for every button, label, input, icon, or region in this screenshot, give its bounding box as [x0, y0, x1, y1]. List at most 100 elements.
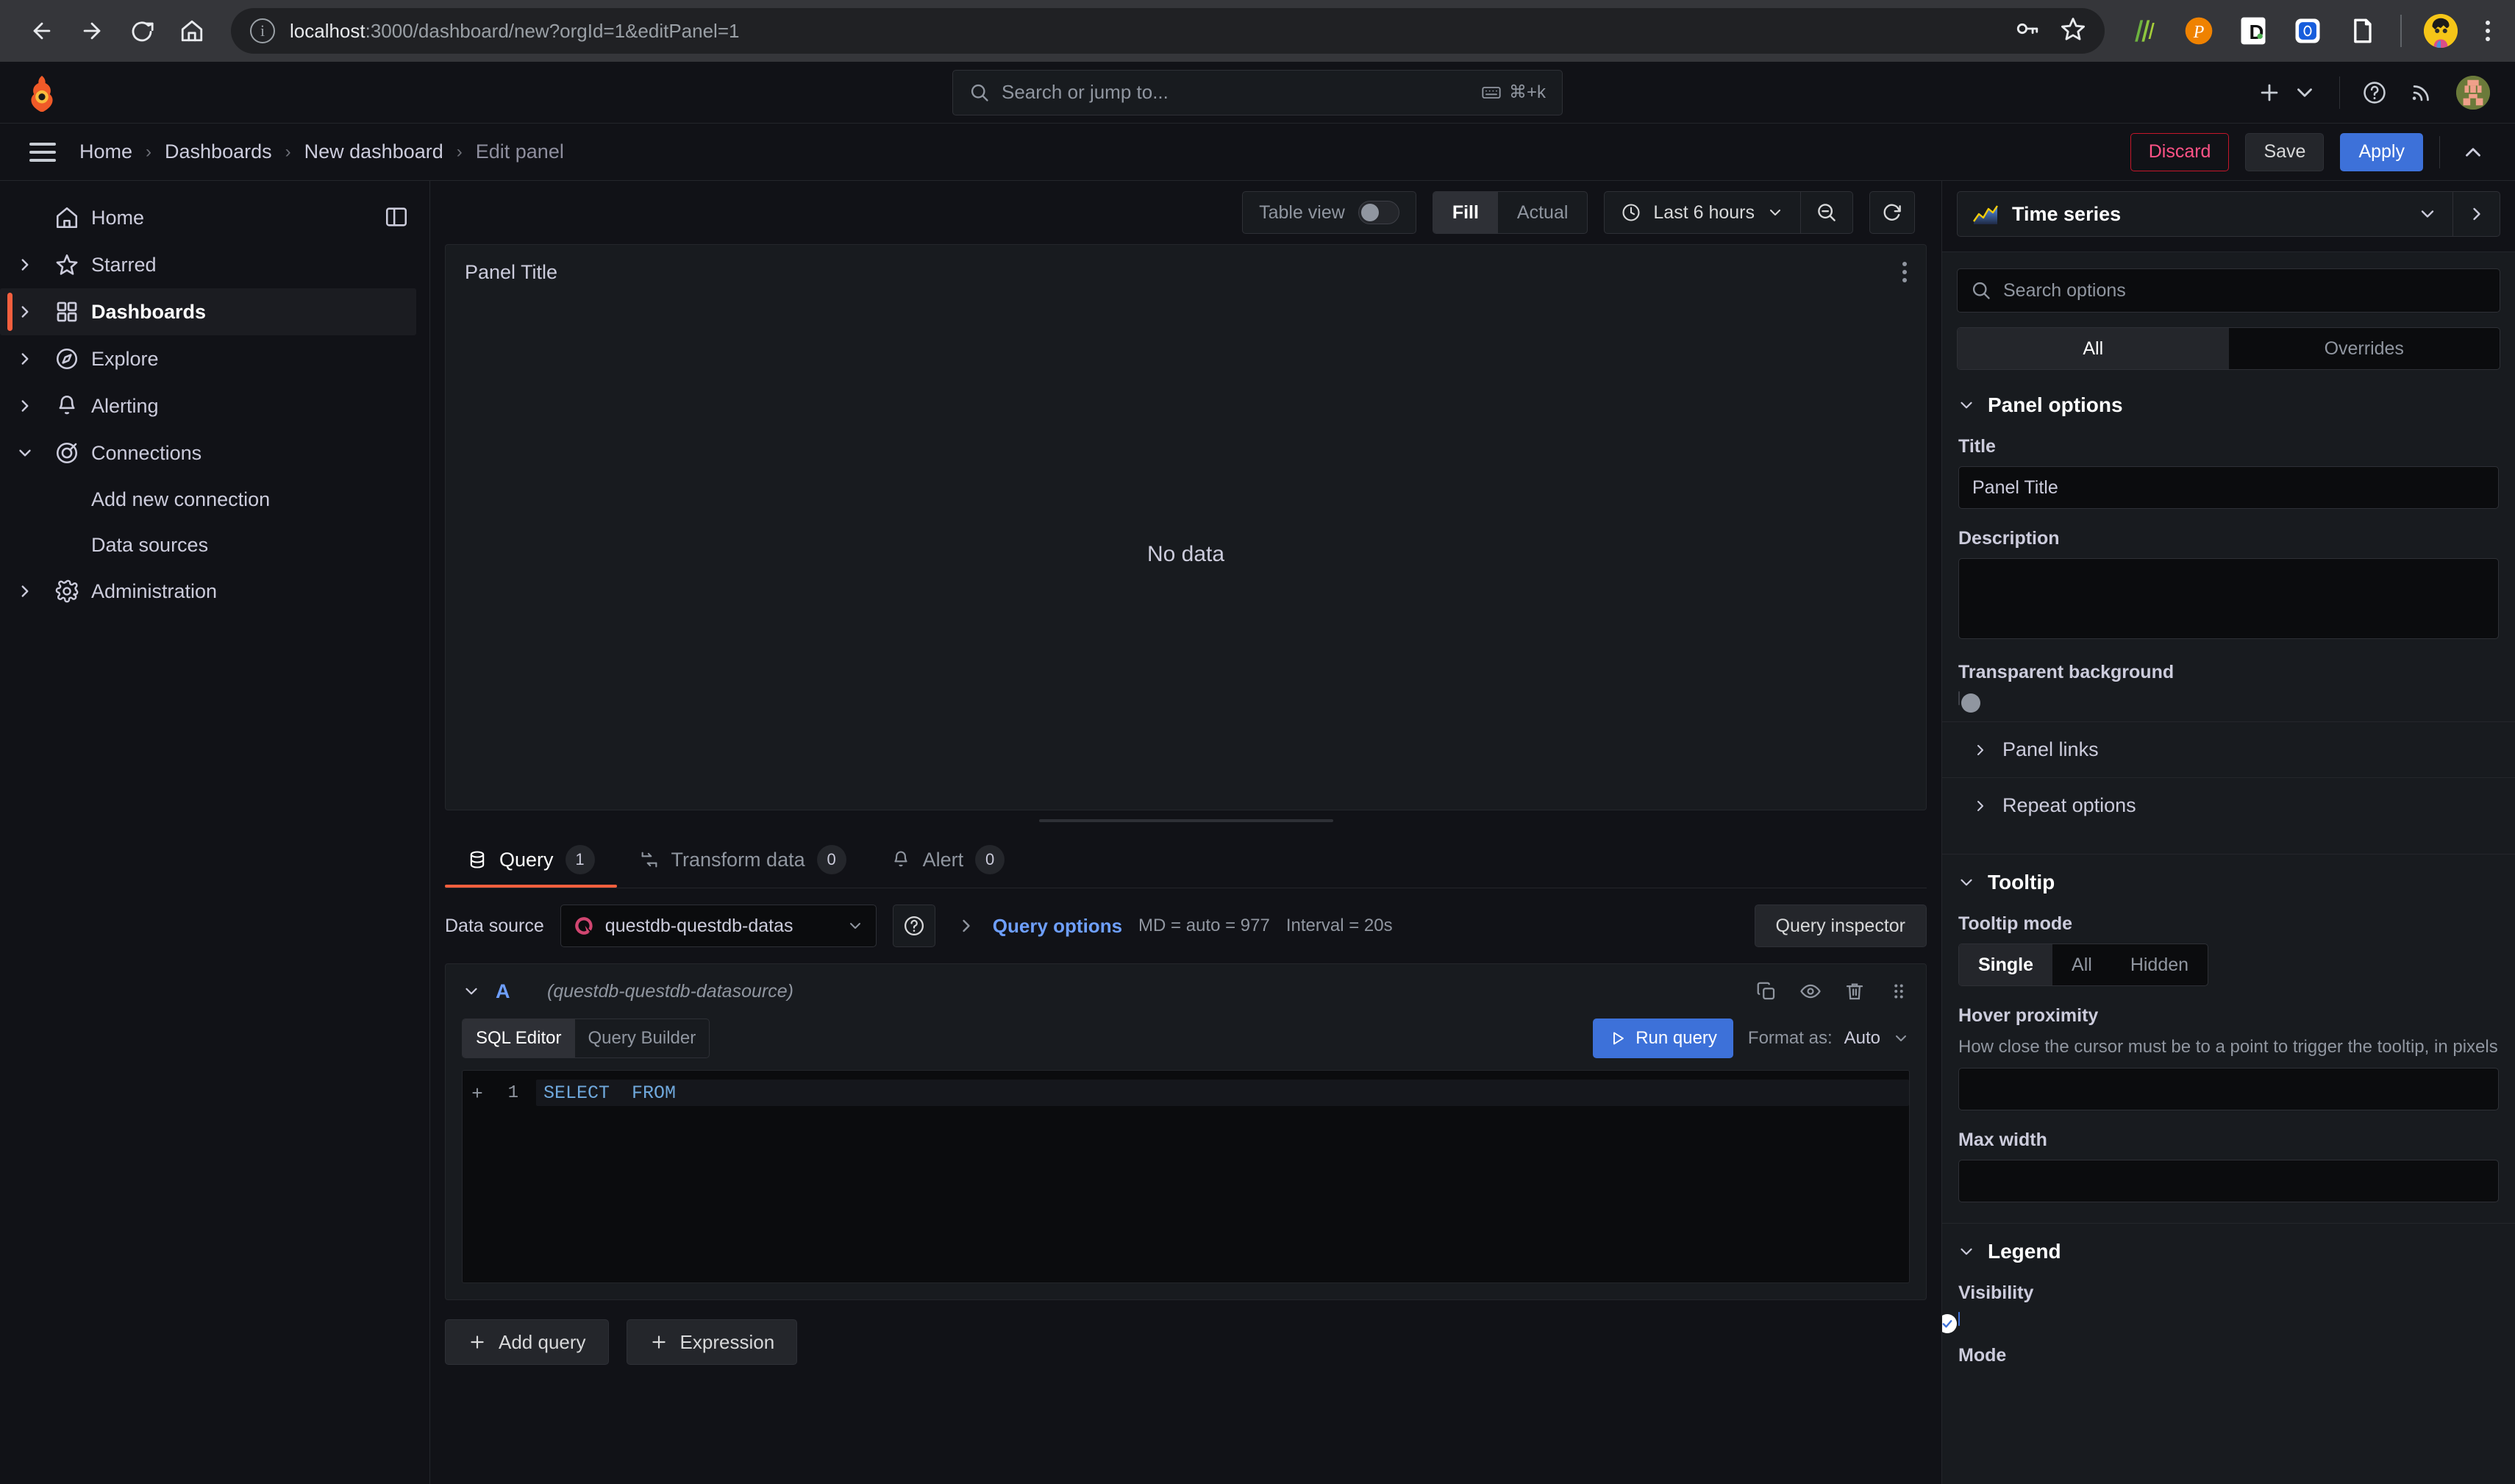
search-options-input[interactable]: Search options	[1957, 268, 2500, 313]
tab-transform-data[interactable]: Transform data 0	[617, 845, 868, 888]
remove-query-icon[interactable]	[1844, 980, 1866, 1002]
datasource-picker[interactable]: questdb-questdb-datas	[560, 905, 877, 947]
time-range-button[interactable]: Last 6 hours	[1605, 192, 1800, 233]
section-panel-options-header[interactable]: Panel options	[1942, 393, 2515, 417]
chevron-right-icon[interactable]	[7, 582, 43, 601]
tab-overrides[interactable]: Overrides	[2229, 328, 2500, 369]
browser-reload-button[interactable]	[119, 8, 165, 54]
help-circle-icon[interactable]	[892, 905, 935, 947]
discard-button[interactable]: Discard	[2130, 132, 2230, 171]
chevron-down-icon[interactable]	[462, 982, 481, 1001]
sidebar-item-starred[interactable]: Starred	[0, 241, 429, 288]
chevron-right-icon[interactable]	[956, 916, 977, 936]
pocket-icon[interactable]: P	[2183, 15, 2215, 47]
breadcrumb-item-new-dashboard[interactable]: New dashboard	[304, 140, 443, 163]
zoom-out-icon[interactable]	[1800, 192, 1852, 233]
browser-back-button[interactable]	[19, 8, 65, 54]
save-button[interactable]: Save	[2245, 132, 2325, 171]
sidebar-item-administration[interactable]: Administration	[0, 568, 429, 615]
run-query-button[interactable]: Run query	[1593, 1019, 1733, 1058]
help-circle-icon[interactable]	[2362, 80, 2387, 105]
kebab-menu-icon[interactable]	[2480, 21, 2496, 41]
fill-option[interactable]: Fill	[1433, 192, 1498, 233]
duplicate-query-icon[interactable]	[1755, 980, 1777, 1002]
section-tooltip-header[interactable]: Tooltip	[1942, 871, 2515, 894]
query-inspector-button[interactable]: Query inspector	[1754, 905, 1927, 947]
hamburger-menu-icon[interactable]	[25, 138, 60, 166]
chevron-right-icon[interactable]	[2452, 192, 2500, 236]
global-search-input[interactable]: Search or jump to... ⌘+k	[952, 69, 1563, 115]
tooltip-mode-all[interactable]: All	[2052, 944, 2111, 985]
browser-forward-button[interactable]	[69, 8, 115, 54]
time-range-label: Last 6 hours	[1653, 201, 1755, 223]
refresh-icon[interactable]	[1869, 191, 1915, 234]
table-view-toggle[interactable]: Table view	[1242, 191, 1416, 234]
tab-query[interactable]: Query 1	[445, 845, 617, 888]
sql-code-text[interactable]: SELECT FROM	[536, 1080, 1909, 1106]
site-info-icon[interactable]: i	[250, 18, 275, 43]
key-icon[interactable]	[2015, 16, 2040, 46]
sidebar-item-home[interactable]: Home	[0, 194, 429, 241]
sidebar-item-explore[interactable]: Explore	[0, 335, 429, 382]
tab-all[interactable]: All	[1958, 328, 2229, 369]
panel-description-textarea[interactable]	[1958, 558, 2499, 639]
add-query-button[interactable]: Add query	[445, 1319, 609, 1365]
query-builder-tab[interactable]: Query Builder	[575, 1019, 710, 1057]
add-expression-button[interactable]: Expression	[626, 1319, 798, 1365]
star-icon[interactable]	[2061, 16, 2086, 46]
panel-title-input[interactable]	[1958, 466, 2499, 509]
plus-icon[interactable]	[2257, 80, 2282, 105]
clipboard-icon[interactable]	[2346, 15, 2378, 47]
section-legend-header[interactable]: Legend	[1942, 1240, 2515, 1263]
tooltip-mode-single[interactable]: Single	[1959, 944, 2053, 985]
hover-proximity-input[interactable]	[1958, 1068, 2499, 1111]
chevron-right-icon[interactable]	[7, 255, 43, 274]
browser-profile-avatar[interactable]	[2424, 14, 2458, 48]
format-as-picker[interactable]: Format as: Auto	[1748, 1028, 1910, 1049]
split-resize-handle[interactable]	[445, 810, 1927, 831]
table-view-switch[interactable]	[1358, 201, 1399, 224]
chevron-up-icon[interactable]	[2456, 140, 2490, 165]
sidebar-item-add-new-connection[interactable]: Add new connection	[0, 477, 429, 522]
legend-visibility-toggle[interactable]	[1942, 1312, 1960, 1334]
chevron-down-icon[interactable]	[7, 443, 43, 463]
query-options-toggle[interactable]: Query options	[993, 915, 1122, 938]
browser-address-bar[interactable]: i localhost:3000/dashboard/new?orgId=1&e…	[231, 8, 2105, 54]
sidebar-item-data-sources[interactable]: Data sources	[0, 522, 429, 568]
bitwarden-icon[interactable]	[2291, 15, 2324, 47]
sql-code-editor[interactable]: + 1 SELECT FROM	[462, 1070, 1910, 1283]
grammarly-icon[interactable]	[2128, 15, 2161, 47]
apply-button[interactable]: Apply	[2340, 132, 2423, 171]
transparent-background-toggle[interactable]	[1958, 691, 1980, 713]
max-width-input[interactable]	[1958, 1160, 2499, 1203]
chevron-right-icon[interactable]	[7, 302, 43, 321]
sql-editor-tab[interactable]: SQL Editor	[463, 1019, 575, 1057]
expand-code-icon[interactable]: +	[463, 1082, 492, 1105]
subsection-repeat-options[interactable]: Repeat options	[1942, 777, 2515, 833]
browser-home-button[interactable]	[169, 8, 215, 54]
hide-response-icon[interactable]	[1799, 980, 1822, 1002]
sidebar-item-dashboards[interactable]: Dashboards	[0, 288, 416, 335]
chevron-down-icon[interactable]	[2292, 80, 2317, 105]
tab-alert[interactable]: Alert 0	[868, 845, 1027, 888]
grafana-logo-icon[interactable]	[25, 75, 59, 113]
chevron-right-icon[interactable]	[7, 349, 43, 368]
breadcrumb-item-edit-panel[interactable]: Edit panel	[476, 140, 564, 163]
actual-option[interactable]: Actual	[1498, 192, 1587, 233]
tooltip-mode-hidden[interactable]: Hidden	[2111, 944, 2208, 985]
breadcrumb-item-home[interactable]: Home	[79, 140, 132, 163]
rss-icon[interactable]	[2409, 80, 2434, 105]
drag-handle-icon[interactable]	[1888, 980, 1910, 1002]
chevron-right-icon	[1972, 797, 1989, 815]
questdb-logo-icon	[573, 915, 595, 937]
panel-menu-icon[interactable]	[1902, 262, 1907, 282]
user-avatar[interactable]	[2456, 75, 2490, 110]
subsection-panel-links[interactable]: Panel links	[1942, 721, 2515, 777]
chevron-right-icon[interactable]	[7, 396, 43, 415]
sidebar-item-alerting[interactable]: Alerting	[0, 382, 429, 429]
sidebar-item-connections[interactable]: Connections	[0, 429, 429, 477]
breadcrumb-item-dashboards[interactable]: Dashboards	[165, 140, 272, 163]
visualization-picker-button[interactable]: Time series	[1958, 192, 2452, 236]
dashlane-icon[interactable]: D	[2237, 15, 2269, 47]
query-ref-id[interactable]: A	[496, 980, 532, 1003]
